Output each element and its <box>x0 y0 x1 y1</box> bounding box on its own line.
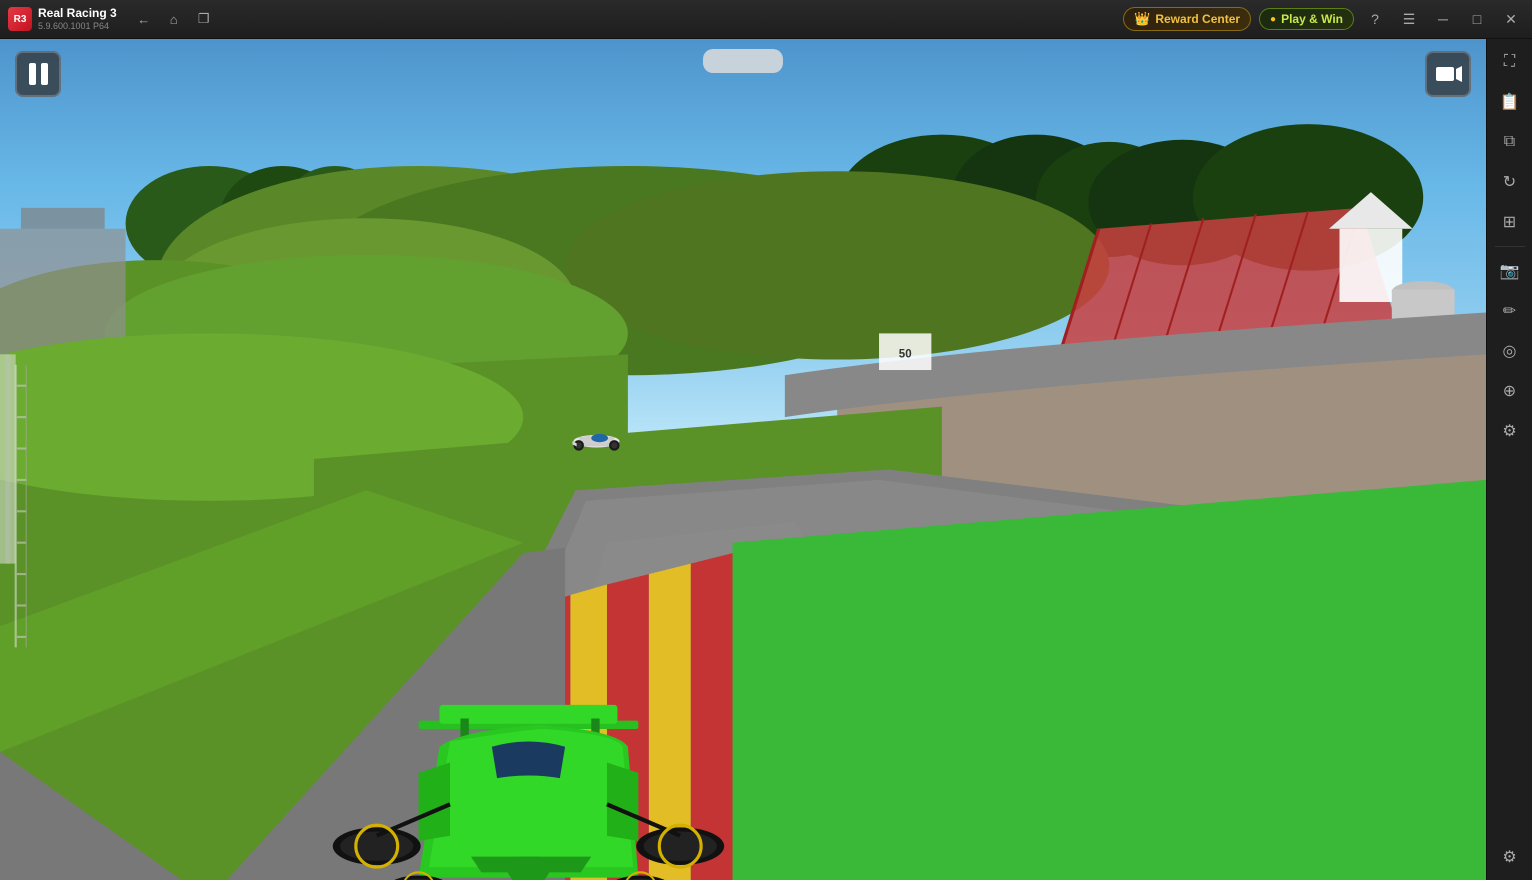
sidebar-tool-fullscreen[interactable]: ⛶ <box>1491 43 1529 81</box>
sidebar-divider <box>1495 246 1525 247</box>
pause-button[interactable] <box>15 51 61 97</box>
right-sidebar: ⛶📋⧉↻⊞📷✏◎⊕⚙⚙ <box>1486 39 1532 880</box>
titlebar-right: 👑 Reward Center ● Play & Win ? ☰ ─ □ ✕ <box>1123 6 1532 32</box>
sidebar-tool-location-tool[interactable]: ◎ <box>1491 332 1529 370</box>
reward-center-button[interactable]: 👑 Reward Center <box>1123 7 1251 31</box>
back-button[interactable]: ← <box>131 6 157 32</box>
pause-bar-left <box>29 63 36 85</box>
pause-bar-right <box>41 63 48 85</box>
svg-text:50: 50 <box>899 348 912 360</box>
sidebar-tool-settings-tool[interactable]: ⚙ <box>1491 412 1529 450</box>
sidebar-tool-camera-tool[interactable]: 📷 <box>1491 252 1529 290</box>
reward-center-icon: 👑 <box>1134 11 1150 27</box>
home-button[interactable]: ⌂ <box>161 6 187 32</box>
sidebar-tool-screenshot-tool[interactable]: 📋 <box>1491 83 1529 121</box>
sidebar-tool-layers[interactable]: ⧉ <box>1491 123 1529 161</box>
windows-button[interactable]: ❐ <box>191 6 217 32</box>
app-icon-area: R3 Real Racing 3 5.9.600.1001 P64 ← ⌂ ❐ <box>0 6 217 32</box>
menu-button[interactable]: ☰ <box>1396 6 1422 32</box>
play-win-label: Play & Win <box>1281 12 1343 26</box>
app-version: 5.9.600.1001 P64 <box>38 21 117 32</box>
sidebar-tool-macro-tool[interactable]: ⊕ <box>1491 372 1529 410</box>
app-title-block: Real Racing 3 5.9.600.1001 P64 <box>38 6 117 31</box>
sidebar-tool-settings[interactable]: ⚙ <box>1491 838 1529 876</box>
hud-center <box>703 49 783 73</box>
maximize-button[interactable]: □ <box>1464 6 1490 32</box>
play-win-button[interactable]: ● Play & Win <box>1259 8 1354 30</box>
app-icon: R3 <box>8 7 32 31</box>
record-icon <box>1434 60 1462 88</box>
close-button[interactable]: ✕ <box>1498 6 1524 32</box>
play-win-icon: ● <box>1270 14 1276 25</box>
pause-icon <box>29 63 48 85</box>
sidebar-tool-refresh[interactable]: ↻ <box>1491 163 1529 201</box>
sidebar-tool-table-tool[interactable]: ⊞ <box>1491 203 1529 241</box>
help-button[interactable]: ? <box>1362 6 1388 32</box>
record-button[interactable] <box>1425 51 1471 97</box>
titlebar: R3 Real Racing 3 5.9.600.1001 P64 ← ⌂ ❐ … <box>0 0 1532 39</box>
minimize-button[interactable]: ─ <box>1430 6 1456 32</box>
game-viewport[interactable]: 50 <box>0 39 1486 880</box>
sidebar-tool-pencil-tool[interactable]: ✏ <box>1491 292 1529 330</box>
racing-scene: 50 <box>0 39 1486 880</box>
main-content: 50 ⛶📋⧉↻⊞📷✏◎⊕⚙⚙ <box>0 39 1532 880</box>
reward-center-label: Reward Center <box>1155 12 1240 26</box>
nav-buttons: ← ⌂ ❐ <box>131 6 217 32</box>
racing-scene-svg: 50 <box>0 39 1486 880</box>
speed-indicator <box>703 49 783 73</box>
app-name: Real Racing 3 <box>38 6 117 20</box>
